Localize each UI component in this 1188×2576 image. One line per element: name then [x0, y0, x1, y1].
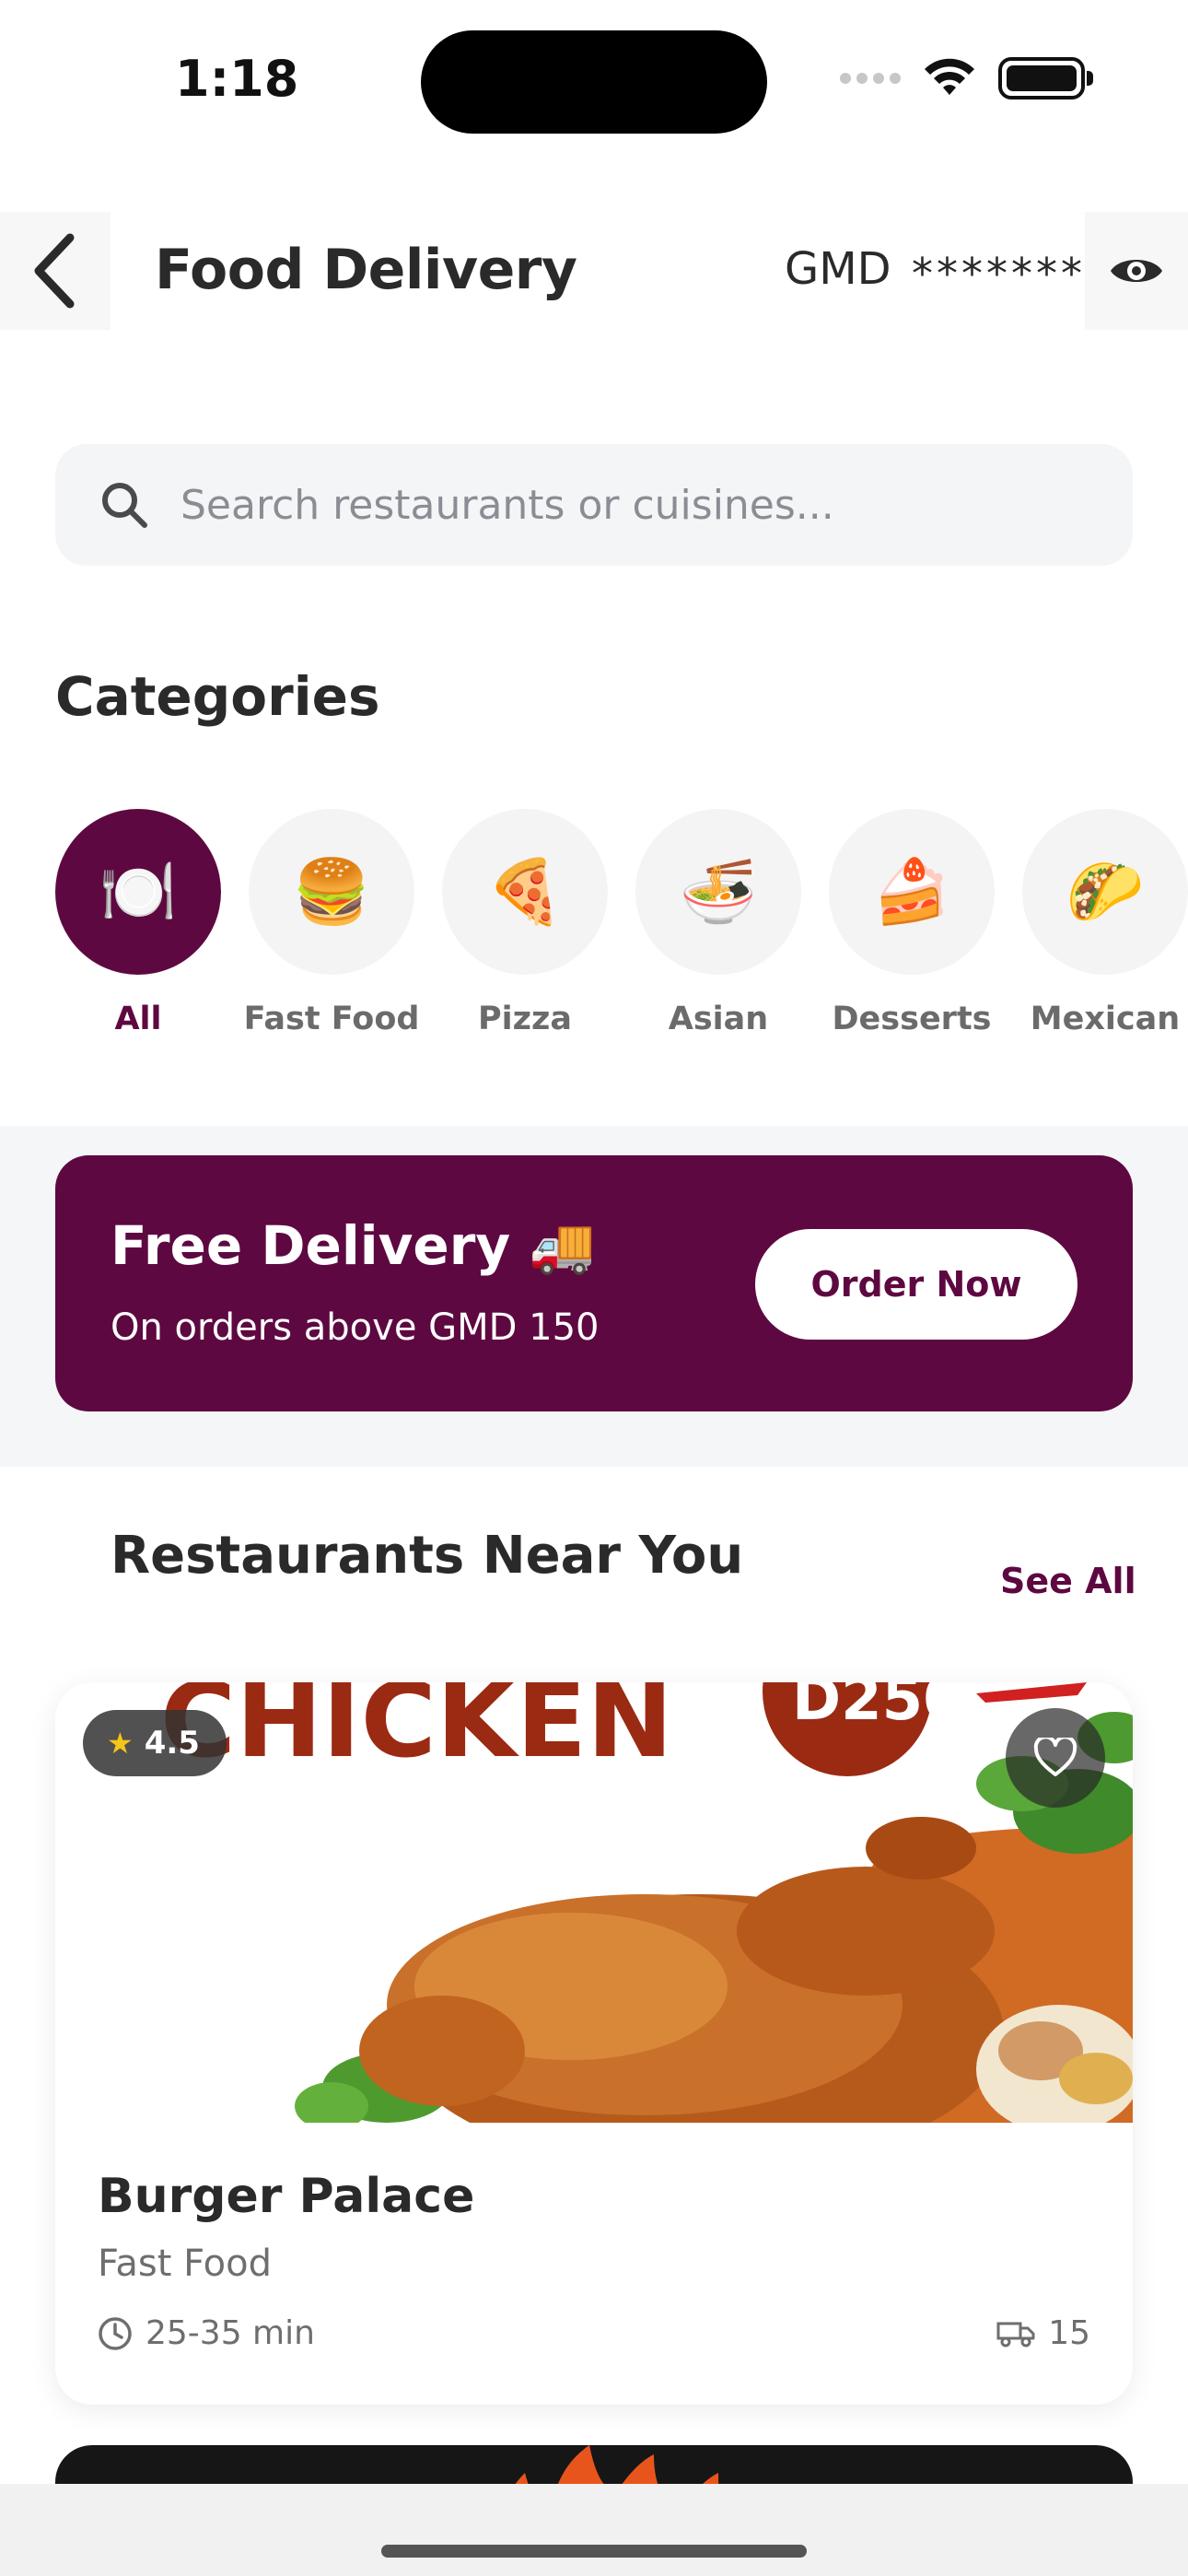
- cake-icon: 🍰: [829, 809, 995, 975]
- delivery-time-value: 25-35 min: [146, 2314, 315, 2352]
- delivery-fee: 15: [996, 2314, 1090, 2352]
- category-label: Pizza: [477, 1001, 572, 1037]
- heart-icon: [1033, 1738, 1077, 1776]
- delivery-truck-icon: [996, 2322, 1035, 2347]
- star-icon: ★: [107, 1726, 134, 1761]
- category-label: Fast Food: [243, 1001, 420, 1037]
- category-fast-food[interactable]: 🍔 Fast Food: [244, 809, 419, 1037]
- category-label: Mexican: [1030, 1001, 1181, 1037]
- order-now-button[interactable]: Order Now: [755, 1229, 1077, 1340]
- restaurant-card[interactable]: CHICKEN D250 ★ 4.5 Burger Palace Fast Fo…: [55, 1682, 1133, 2405]
- promo-title: Free Delivery 🚚: [111, 1214, 596, 1277]
- home-area: [0, 2484, 1188, 2576]
- chevron-left-icon: [34, 233, 75, 309]
- promo-subtitle: On orders above GMD 150: [111, 1306, 600, 1349]
- currency-label: GMD: [785, 243, 891, 295]
- category-label: All: [114, 1001, 162, 1037]
- taco-icon: 🌮: [1022, 809, 1188, 975]
- category-mexican[interactable]: 🌮 Mexican: [1022, 809, 1188, 1037]
- header: Food Delivery GMD *******: [0, 212, 1188, 332]
- category-all[interactable]: 🍽️ All: [55, 809, 221, 1037]
- status-icons: [840, 57, 1093, 100]
- pizza-icon: 🍕: [442, 809, 608, 975]
- eye-icon: [1111, 260, 1162, 282]
- category-asian[interactable]: 🍜 Asian: [635, 809, 801, 1037]
- rating-value: 4.5: [144, 1725, 200, 1762]
- wifi-icon: [925, 58, 974, 95]
- restaurant-name: Burger Palace: [98, 2169, 475, 2224]
- category-label: Asian: [668, 1001, 769, 1037]
- dynamic-island: [421, 30, 767, 134]
- restaurant-cuisine: Fast Food: [98, 2242, 273, 2285]
- balance-masked: *******: [912, 249, 1086, 299]
- back-button[interactable]: [0, 212, 111, 330]
- banner-price: D250: [792, 1682, 964, 1734]
- page-title: Food Delivery: [155, 238, 577, 302]
- category-desserts[interactable]: 🍰 Desserts: [829, 809, 995, 1037]
- toggle-balance-button[interactable]: [1085, 212, 1188, 330]
- delivery-time: 25-35 min: [98, 2314, 315, 2352]
- cellular-signal-icon: [840, 73, 901, 84]
- favorite-button[interactable]: [1006, 1708, 1105, 1808]
- category-label: Desserts: [832, 1001, 992, 1037]
- delivery-fee-value: 15: [1048, 2314, 1090, 2352]
- restaurants-section-title: Restaurants Near You: [111, 1526, 744, 1586]
- burger-icon: 🍔: [249, 809, 414, 975]
- promo-banner: Free Delivery 🚚 On orders above GMD 150 …: [55, 1155, 1133, 1411]
- search-bar: [55, 444, 1133, 566]
- search-input[interactable]: [181, 481, 1101, 529]
- noodle-bowl-icon: 🍜: [635, 809, 801, 975]
- rating-badge: ★ 4.5: [83, 1710, 227, 1776]
- status-bar: 1:18: [0, 0, 1188, 157]
- banner-text: CHICKEN: [160, 1682, 673, 1781]
- plate-icon: 🍽️: [55, 809, 221, 975]
- restaurant-image: CHICKEN D250 ★ 4.5: [55, 1682, 1133, 2123]
- category-pizza[interactable]: 🍕 Pizza: [442, 809, 608, 1037]
- battery-icon: [998, 57, 1093, 100]
- status-time: 1:18: [175, 50, 299, 108]
- clock-icon: [99, 2316, 132, 2350]
- search-icon: [102, 483, 147, 528]
- home-indicator[interactable]: [381, 2545, 807, 2558]
- categories-title: Categories: [55, 665, 380, 728]
- see-all-link[interactable]: See All: [1000, 1561, 1136, 1601]
